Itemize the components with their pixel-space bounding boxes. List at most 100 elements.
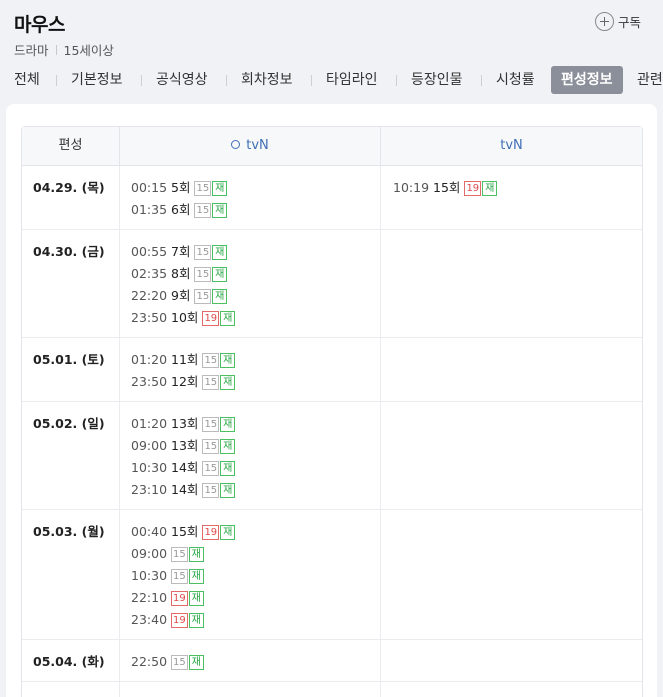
broadcast-item[interactable]: 10:19 15회 19 재 xyxy=(393,177,642,199)
schedule-row: 05.05. (수) 00:2015재 xyxy=(22,682,642,697)
genre-label: 드라마 xyxy=(14,43,49,58)
channel-2-cell xyxy=(381,338,642,401)
channel-1-cell: 01:20 11회 15 재 23:50 12회 15 재 xyxy=(120,338,381,401)
broadcast-item[interactable]: 23:50 10회 19 재 xyxy=(131,307,380,329)
schedule-table-header: 편성 tvN tvN xyxy=(22,127,642,166)
broadcast-item[interactable]: 23:50 12회 15 재 xyxy=(131,371,380,393)
broadcast-item[interactable]: 22:50 15 재 xyxy=(131,651,380,673)
broadcast-item[interactable]: 00:55 7회 15 재 xyxy=(131,241,380,263)
broadcast-item[interactable]: 02:35 8회 15 재 xyxy=(131,263,380,285)
header-channel-1-label: tvN xyxy=(246,138,269,153)
schedule-row: 05.03. (월) 00:40 15회 19 재 09:00 15 재 10:30 15 재 22:… xyxy=(22,510,642,640)
age-rating-badge: 15 xyxy=(194,244,212,260)
broadcast-item[interactable]: 22:20 9회 15 재 xyxy=(131,285,380,307)
plus-circle-icon xyxy=(595,12,614,31)
rerun-badge: 재 xyxy=(220,482,236,498)
episode-number: 14회 xyxy=(171,460,199,475)
tab-2[interactable]: 공식영상 xyxy=(156,66,208,94)
episode-number: 9회 xyxy=(171,288,191,303)
rerun-badge: 재 xyxy=(220,460,236,476)
broadcast-item[interactable]: 00:15 5회 15 재 xyxy=(131,177,380,199)
schedule-table-body: 04.29. (목) 00:15 5회 15 재 01:35 6회 15 재 10:19 15회 19… xyxy=(22,166,642,697)
channel-1-cell: 00:40 15회 19 재 09:00 15 재 10:30 15 재 22:10 19 재 23:40… xyxy=(120,510,381,639)
channel-2-cell xyxy=(381,402,642,509)
rerun-badge: 재 xyxy=(220,524,236,540)
age-rating-badge: 15 xyxy=(202,352,220,368)
broadcast-item[interactable]: 01:35 6회 15 재 xyxy=(131,199,380,221)
broadcast-time: 00:20 xyxy=(131,693,167,697)
episode-number: 5회 xyxy=(171,180,191,195)
age-rating-badge: 15 xyxy=(202,460,220,476)
age-rating-badge: 15 xyxy=(202,416,220,432)
broadcast-item[interactable]: 23:40 19 재 xyxy=(131,609,380,631)
age-rating-badge: 15 xyxy=(194,180,212,196)
broadcast-time: 22:10 xyxy=(131,590,168,605)
age-rating-badge: 15 xyxy=(171,654,188,670)
subscribe-button[interactable]: 구독 xyxy=(595,12,641,31)
broadcast-item[interactable]: 10:30 14회 15 재 xyxy=(131,457,380,479)
broadcast-time: 01:20 xyxy=(131,352,168,367)
episode-number: 15회 xyxy=(171,524,199,539)
broadcast-item[interactable]: 10:30 15 재 xyxy=(131,565,380,587)
age-rating-badge: 19 xyxy=(171,612,188,628)
episode-number: 12회 xyxy=(171,374,199,389)
age-rating-badge: 19 xyxy=(171,590,188,606)
broadcast-time: 00:55 xyxy=(131,244,168,259)
rerun-badge: 재 xyxy=(188,568,204,584)
rerun-badge: 재 xyxy=(212,288,228,304)
rerun-badge: 재 xyxy=(188,590,204,606)
channel-1-cell: 00:15 5회 15 재 01:35 6회 15 재 xyxy=(120,166,381,229)
age-rating-badge: 15 xyxy=(194,202,212,218)
broadcast-item[interactable]: 00:40 15회 19 재 xyxy=(131,521,380,543)
tab-divider xyxy=(481,75,482,86)
episode-number: 15회 xyxy=(433,180,461,195)
tab-divider xyxy=(311,75,312,86)
tab-divider xyxy=(141,75,142,86)
rerun-badge: 재 xyxy=(188,612,204,628)
rerun-badge: 재 xyxy=(220,416,236,432)
broadcast-time: 23:50 xyxy=(131,310,168,325)
channel-1-cell: 00:55 7회 15 재 02:35 8회 15 재 22:20 9회 15 재 23:50 10회 19… xyxy=(120,230,381,337)
tab-0[interactable]: 전체 xyxy=(14,66,40,94)
age-rating-badge: 15 xyxy=(202,438,220,454)
broadcast-item[interactable]: 01:20 11회 15 재 xyxy=(131,349,380,371)
broadcast-item[interactable]: 00:2015재 xyxy=(131,693,380,697)
broadcast-item[interactable]: 09:00 13회 15 재 xyxy=(131,435,380,457)
broadcast-item[interactable]: 01:20 13회 15 재 xyxy=(131,413,380,435)
schedule-date: 04.30. (금) xyxy=(22,230,120,337)
rerun-badge: 재 xyxy=(212,202,228,218)
broadcast-item[interactable]: 23:10 14회 15 재 xyxy=(131,479,380,501)
episode-number: 13회 xyxy=(171,416,199,431)
age-rating-badge: 15 xyxy=(171,546,188,562)
age-rating-badge: 15 xyxy=(194,288,212,304)
tab-6[interactable]: 시청률 xyxy=(496,66,535,94)
broadcast-time: 01:35 xyxy=(131,202,168,217)
channel-2-cell xyxy=(381,682,642,697)
broadcast-time: 02:35 xyxy=(131,266,168,281)
schedule-row: 05.02. (일) 01:20 13회 15 재 09:00 13회 15 재 10:30 14회… xyxy=(22,402,642,510)
live-circle-icon xyxy=(231,140,241,149)
tab-5[interactable]: 등장인물 xyxy=(411,66,463,94)
broadcast-item[interactable]: 09:00 15 재 xyxy=(131,543,380,565)
tab-4[interactable]: 타임라인 xyxy=(326,66,378,94)
schedule-date: 04.29. (목) xyxy=(22,166,120,229)
tab-3[interactable]: 회차정보 xyxy=(241,66,293,94)
tab-1[interactable]: 기본정보 xyxy=(71,66,123,94)
tab-7[interactable]: 편성정보 xyxy=(551,66,623,94)
rerun-badge: 재 xyxy=(482,180,498,196)
episode-number: 8회 xyxy=(171,266,191,281)
broadcast-time: 22:20 xyxy=(131,288,168,303)
tab-divider xyxy=(226,75,227,86)
header-schedule: 편성 xyxy=(22,127,120,165)
episode-number: 6회 xyxy=(171,202,191,217)
broadcast-time: 22:50 xyxy=(131,654,168,669)
tab-8[interactable]: 관련 xyxy=(637,66,663,94)
channel-2-cell: 10:19 15회 19 재 xyxy=(381,166,642,229)
broadcast-time: 09:00 xyxy=(131,438,168,453)
channel-1-cell: 00:2015재 xyxy=(120,682,381,697)
schedule-row: 05.01. (토) 01:20 11회 15 재 23:50 12회 15 재 xyxy=(22,338,642,402)
broadcast-item[interactable]: 22:10 19 재 xyxy=(131,587,380,609)
rerun-badge: 재 xyxy=(188,546,204,562)
schedule-date: 05.03. (월) xyxy=(22,510,120,639)
episode-number: 7회 xyxy=(171,244,191,259)
